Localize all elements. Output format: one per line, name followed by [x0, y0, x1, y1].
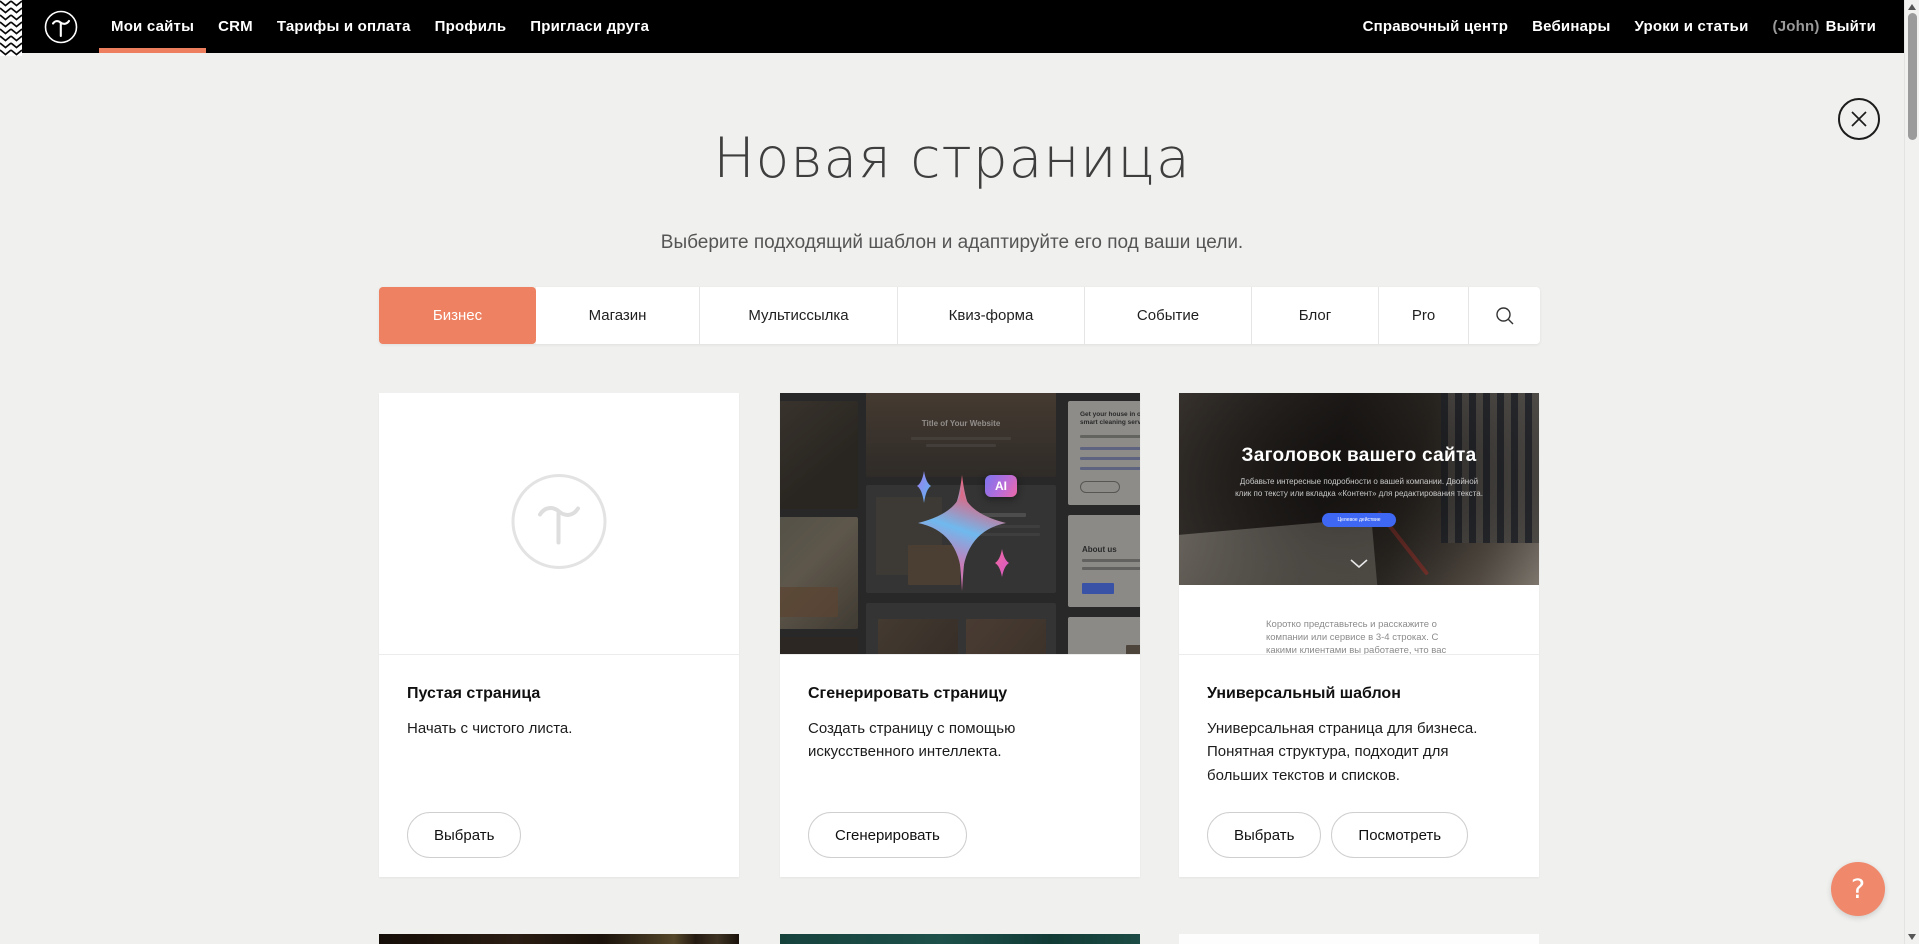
tab-business[interactable]: Бизнес: [379, 287, 536, 344]
template-body-text: Коротко представьтесь и расскажите о ком…: [1266, 618, 1462, 655]
nav-pricing[interactable]: Тарифы и оплата: [265, 0, 423, 53]
template-card-blank: Пустая страница Начать с чистого листа. …: [379, 393, 739, 877]
card-description: Универсальная страница для бизнеса. Поня…: [1207, 717, 1497, 787]
help-icon: ?: [1851, 874, 1865, 905]
help-button[interactable]: ?: [1831, 862, 1885, 916]
generate-button[interactable]: Сгенерировать: [808, 812, 967, 858]
template-card-generate: Title of Your Website Get your house in …: [780, 393, 1140, 877]
main-nav: Мои сайты CRM Тарифы и оплата Профиль Пр…: [99, 0, 661, 53]
card-actions: Выбрать: [407, 812, 521, 858]
nav-my-sites[interactable]: Мои сайты: [99, 0, 206, 53]
tab-search[interactable]: [1469, 287, 1540, 344]
page: Мои сайты CRM Тарифы и оплата Профиль Пр…: [0, 0, 1919, 944]
card-body: Универсальный шаблон Универсальная стран…: [1179, 655, 1539, 876]
card-body: Пустая страница Начать с чистого листа. …: [379, 655, 739, 876]
card-title: Сгенерировать страницу: [808, 685, 1112, 703]
ai-badge: AI: [985, 475, 1017, 497]
card-actions: Сгенерировать: [808, 812, 967, 858]
nav-help-center[interactable]: Справочный центр: [1351, 0, 1521, 53]
tab-shop[interactable]: Магазин: [536, 287, 700, 344]
search-icon: [1494, 305, 1516, 327]
scrollbar[interactable]: [1904, 0, 1919, 944]
tab-pro[interactable]: Pro: [1379, 287, 1469, 344]
choose-button[interactable]: Выбрать: [1207, 812, 1321, 858]
ai-template-preview[interactable]: Title of Your Website Get your house in …: [780, 393, 1140, 655]
scroll-down-arrow[interactable]: [1908, 934, 1916, 940]
hero-cta-button: Целевое действие: [1322, 513, 1396, 527]
tilda-logo[interactable]: [44, 10, 78, 44]
nav-invite-friend[interactable]: Пригласи друга: [518, 0, 661, 53]
universal-template-preview[interactable]: Заголовок вашего сайта Добавьте интересн…: [1179, 393, 1539, 655]
template-card-partial[interactable]: [379, 934, 739, 944]
scroll-up-arrow[interactable]: [1908, 4, 1916, 10]
preview-button[interactable]: Посмотреть: [1331, 812, 1468, 858]
page-title: Новая страница: [0, 126, 1904, 190]
card-title: Пустая страница: [407, 685, 711, 703]
template-card-universal: Заголовок вашего сайта Добавьте интересн…: [1179, 393, 1539, 877]
zigzag-pattern: [0, 0, 22, 56]
topbar: Мои сайты CRM Тарифы и оплата Профиль Пр…: [0, 0, 1904, 53]
card-body: Сгенерировать страницу Создать страницу …: [780, 655, 1140, 876]
hero-content: Заголовок вашего сайта Добавьте интересн…: [1179, 393, 1539, 585]
chevron-down-icon: [1350, 559, 1368, 568]
nav-webinars[interactable]: Вебинары: [1520, 0, 1622, 53]
choose-button[interactable]: Выбрать: [407, 812, 521, 858]
template-card-partial[interactable]: [780, 934, 1140, 944]
template-hero: Заголовок вашего сайта Добавьте интересн…: [1179, 393, 1539, 585]
nav-user-block: (John) Выйти: [1761, 0, 1888, 53]
card-description: Создать страницу с помощью искусственног…: [808, 717, 1058, 764]
card-actions: Выбрать Посмотреть: [1207, 812, 1468, 858]
user-name: (John): [1773, 18, 1820, 35]
nav-crm[interactable]: CRM: [206, 0, 265, 53]
tab-multilink[interactable]: Мультиссылка: [700, 287, 898, 344]
template-body-section: Коротко представьтесь и расскажите о ком…: [1179, 585, 1539, 655]
nav-lessons[interactable]: Уроки и статьи: [1623, 0, 1761, 53]
hero-title: Заголовок вашего сайта: [1179, 445, 1539, 467]
blank-template-preview[interactable]: [379, 393, 739, 655]
scrollbar-thumb[interactable]: [1908, 13, 1917, 140]
template-category-tabs: Бизнес Магазин Мультиссылка Квиз-форма С…: [379, 287, 1540, 344]
close-button[interactable]: [1838, 98, 1880, 140]
template-card-partial[interactable]: [1179, 934, 1539, 944]
card-description: Начать с чистого листа.: [407, 717, 697, 740]
close-icon: [1849, 109, 1869, 129]
tilda-watermark-icon: [510, 472, 608, 575]
logout-link[interactable]: Выйти: [1826, 18, 1876, 35]
page-subtitle: Выберите подходящий шаблон и адаптируйте…: [0, 232, 1904, 254]
nav-profile[interactable]: Профиль: [423, 0, 519, 53]
hero-subtitle: Добавьте интересные подробности о вашей …: [1234, 476, 1484, 501]
card-title: Универсальный шаблон: [1207, 685, 1511, 703]
tab-event[interactable]: Событие: [1085, 287, 1252, 344]
secondary-nav: Справочный центр Вебинары Уроки и статьи…: [1351, 0, 1904, 53]
tab-blog[interactable]: Блог: [1252, 287, 1379, 344]
tab-quiz-form[interactable]: Квиз-форма: [898, 287, 1085, 344]
